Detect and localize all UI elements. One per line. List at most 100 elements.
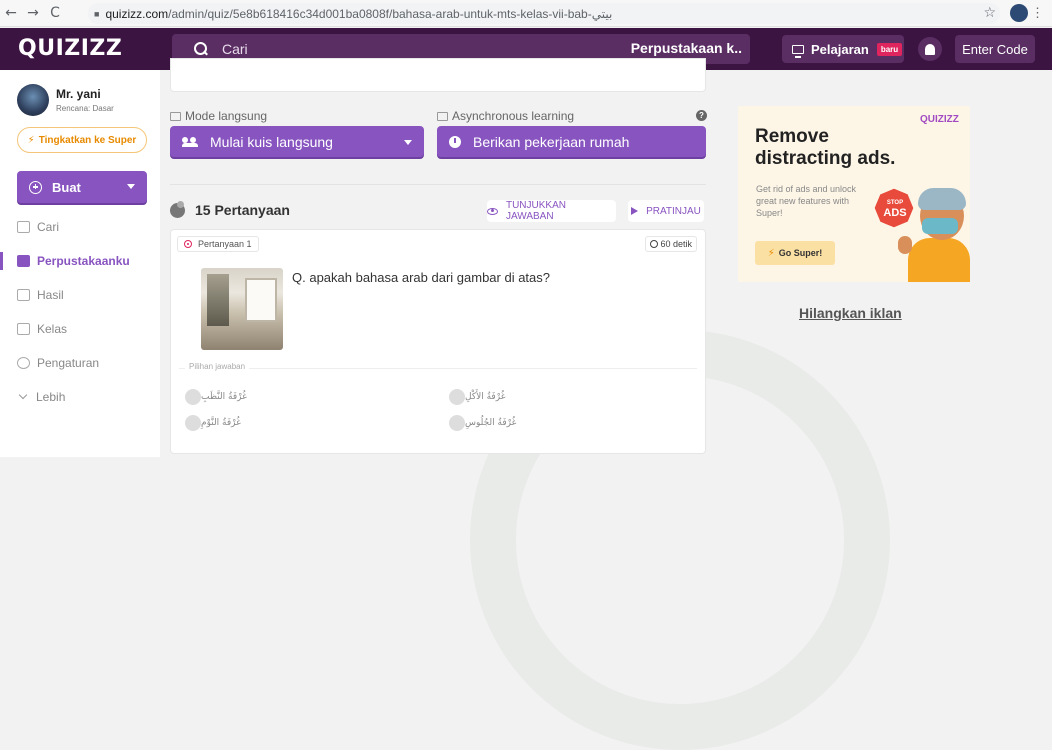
search-input[interactable]: Cari bbox=[222, 41, 248, 57]
target-icon bbox=[184, 240, 192, 248]
enter-code-button[interactable]: Enter Code bbox=[955, 35, 1035, 63]
back-icon[interactable]: ← bbox=[0, 5, 22, 21]
monitor-icon bbox=[792, 44, 804, 58]
url-domain: quizizz.com bbox=[105, 6, 169, 21]
sidebar-item-more[interactable]: Lebih bbox=[17, 388, 65, 406]
assign-homework-button[interactable]: Berikan pekerjaan rumah bbox=[437, 126, 706, 157]
question-card: Pertanyaan 1 60 detik Q. apakah bahasa a… bbox=[170, 229, 706, 454]
sidebar-item-label: Kelas bbox=[37, 322, 68, 336]
answers-label: Pilihan jawaban bbox=[185, 362, 250, 371]
sidebar-item-label: Lebih bbox=[36, 390, 66, 404]
sidebar-item-label: Hasil bbox=[37, 288, 64, 302]
answer-option: غُرْفَةُ النَّظَبِ bbox=[179, 389, 247, 405]
divider bbox=[170, 184, 706, 185]
bookmark-star-icon[interactable]: ☆ bbox=[983, 5, 996, 21]
user-plan: Rencana: Dasar bbox=[56, 104, 114, 113]
answer-option-text: غُرْفَةُ الجُلُوسِ bbox=[465, 418, 517, 428]
forward-icon[interactable]: → bbox=[22, 5, 44, 21]
search-nav-icon bbox=[17, 221, 30, 233]
active-indicator bbox=[0, 252, 3, 270]
show-answers-button[interactable]: TUNJUKKAN JAWABAN bbox=[487, 200, 616, 222]
answer-option-marker bbox=[185, 389, 201, 405]
sidebar-item-settings[interactable]: Pengaturan bbox=[17, 354, 99, 372]
sidebar-item-label: Pengaturan bbox=[37, 356, 100, 370]
user-name: Mr. yani bbox=[56, 87, 101, 101]
sidebar-item-classes[interactable]: Kelas bbox=[17, 320, 67, 338]
ad-logo: QUIZIZZ bbox=[920, 114, 959, 125]
upgrade-label: Tingkatkan ke Super bbox=[38, 134, 137, 146]
lessons-button[interactable]: Pelajaran baru bbox=[782, 35, 904, 63]
ad-title: Remove distracting ads. bbox=[755, 126, 896, 169]
question-timer: 60 detik bbox=[645, 236, 697, 252]
assign-homework-label: Berikan pekerjaan rumah bbox=[473, 133, 630, 150]
users-icon bbox=[182, 136, 198, 147]
ad-character-hand bbox=[898, 236, 912, 254]
answer-option-marker bbox=[449, 389, 465, 405]
browser-profile-avatar[interactable] bbox=[1010, 4, 1028, 22]
address-bar[interactable]: ■ quizizz.com/admin/quiz/5e8b618416c34d0… bbox=[88, 3, 1000, 24]
question-tag-label: Pertanyaan 1 bbox=[198, 239, 252, 249]
question-image bbox=[201, 268, 283, 350]
new-badge: baru bbox=[876, 42, 903, 56]
go-super-button[interactable]: ⚡ Go Super! bbox=[755, 241, 835, 265]
async-label: Asynchronous learning bbox=[437, 109, 574, 123]
sidebar-item-search[interactable]: Cari bbox=[17, 218, 59, 236]
hide-ads-link[interactable]: Hilangkan iklan bbox=[799, 305, 902, 321]
sidebar-item-label: Perpustakaanku bbox=[37, 254, 130, 268]
upgrade-button[interactable]: ⚡ Tingkatkan ke Super bbox=[17, 127, 147, 153]
help-icon[interactable]: ? bbox=[696, 110, 707, 121]
question-tag: Pertanyaan 1 bbox=[177, 236, 259, 252]
async-text: Asynchronous learning bbox=[452, 109, 575, 123]
eye-icon bbox=[487, 207, 498, 215]
ad-character-body bbox=[908, 238, 970, 282]
chevron-down-icon bbox=[18, 390, 28, 400]
answer-option-text: غُرْفَةُ النَّظَبِ bbox=[201, 392, 247, 402]
quiz-header-card bbox=[170, 58, 706, 92]
url-path: /admin/quiz/5e8b618416c34d001ba0808f/bah… bbox=[168, 6, 613, 21]
user-avatar[interactable] bbox=[17, 84, 49, 116]
ads-label: ADS bbox=[883, 207, 907, 219]
preview-label: PRATINJAU bbox=[646, 205, 701, 217]
browser-toolbar: ← → C ■ quizizz.com/admin/quiz/5e8b61841… bbox=[0, 0, 1052, 27]
create-button[interactable]: Buat bbox=[17, 171, 147, 203]
bolt-icon: ⚡ bbox=[767, 247, 775, 259]
questions-icon bbox=[170, 200, 185, 218]
lock-icon: ■ bbox=[94, 8, 100, 19]
sidebar-item-results[interactable]: Hasil bbox=[17, 286, 64, 304]
create-label: Buat bbox=[52, 179, 81, 195]
live-mode-label: Mode langsung bbox=[170, 109, 267, 123]
question-count: 15 Pertanyaan bbox=[170, 200, 290, 218]
clock-icon bbox=[449, 135, 461, 148]
search-icon bbox=[194, 42, 208, 56]
reload-icon[interactable]: C bbox=[44, 5, 66, 21]
answers-divider bbox=[179, 368, 697, 369]
chevron-down-icon bbox=[127, 184, 135, 189]
sidebar-item-library[interactable]: Perpustakaanku bbox=[17, 252, 130, 270]
classes-icon bbox=[17, 323, 30, 335]
notifications-button[interactable] bbox=[918, 37, 942, 61]
preview-button[interactable]: PRATINJAU bbox=[628, 200, 704, 222]
plus-circle-icon bbox=[29, 180, 42, 194]
timer-label: 60 detik bbox=[660, 239, 692, 249]
answer-option-text: غُرْفَةُ النَّوْمِ bbox=[201, 418, 241, 428]
library-icon bbox=[17, 255, 30, 267]
play-icon bbox=[631, 207, 639, 215]
results-icon bbox=[17, 289, 30, 301]
lessons-label: Pelajaran bbox=[811, 41, 869, 57]
monitor-icon bbox=[170, 111, 181, 121]
quizizz-logo[interactable]: QUIZIZZ bbox=[18, 36, 122, 61]
browser-menu-icon[interactable]: ⋮ bbox=[1031, 5, 1044, 21]
start-live-label: Mulai kuis langsung bbox=[210, 133, 333, 150]
gear-icon bbox=[17, 357, 30, 369]
search-scope-select[interactable]: Perpustakaan k.. bbox=[631, 40, 742, 56]
chevron-down-icon[interactable] bbox=[404, 140, 412, 145]
answer-option-marker bbox=[185, 415, 201, 431]
live-mode-text: Mode langsung bbox=[185, 109, 268, 123]
sidebar-item-label: Cari bbox=[37, 220, 60, 234]
ad-subtitle: Get rid of ads and unlock great new feat… bbox=[756, 184, 857, 218]
answer-option-text: غُرْفَةُ الأَكْلِ bbox=[465, 392, 506, 402]
start-live-quiz-button[interactable]: Mulai kuis langsung bbox=[170, 126, 424, 157]
question-count-label: 15 Pertanyaan bbox=[195, 202, 290, 218]
go-super-label: Go Super! bbox=[778, 248, 823, 258]
answer-option: غُرْفَةُ الجُلُوسِ bbox=[443, 415, 516, 431]
